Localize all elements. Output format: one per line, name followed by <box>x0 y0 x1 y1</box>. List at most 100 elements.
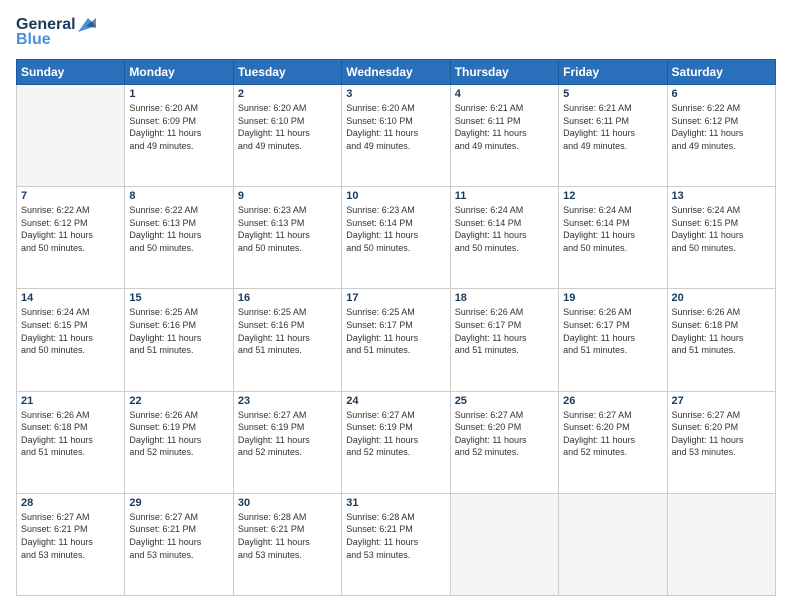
calendar-table: SundayMondayTuesdayWednesdayThursdayFrid… <box>16 59 776 596</box>
page: General Blue SundayMondayTuesdayWednesda… <box>0 0 792 612</box>
day-info: Sunrise: 6:26 AM Sunset: 6:19 PM Dayligh… <box>129 409 228 459</box>
calendar-cell: 4Sunrise: 6:21 AM Sunset: 6:11 PM Daylig… <box>450 85 558 187</box>
calendar-cell: 3Sunrise: 6:20 AM Sunset: 6:10 PM Daylig… <box>342 85 450 187</box>
calendar-cell: 2 Sunrise: 6:20 AM Sunset: 6:10 PM Daylig… <box>233 85 341 187</box>
calendar-cell: 23 Sunrise: 6:27 AM Sunset: 6:19 PM Dayli… <box>233 391 341 493</box>
calendar-week-row: 14Sunrise: 6:24 AM Sunset: 6:15 PM Dayli… <box>17 289 776 391</box>
calendar-cell: 11 Sunrise: 6:24 AM Sunset: 6:14 PM Dayli… <box>450 187 558 289</box>
day-number: 15 <box>129 292 228 304</box>
day-number: 29 <box>129 497 228 509</box>
day-info: Sunrise: 6:22 AM Sunset: 6:13 PM Dayligh… <box>129 204 228 254</box>
weekday-header-tuesday: Tuesday <box>233 60 341 85</box>
day-number: 18 <box>455 292 554 304</box>
day-number: 20 <box>672 292 771 304</box>
day-info: Sunrise: 6:28 AM Sunset: 6:21 PM Dayligh… <box>238 511 337 561</box>
day-number: 28 <box>21 497 120 509</box>
weekday-header-sunday: Sunday <box>17 60 125 85</box>
calendar-cell: 1 Sunrise: 6:20 AM Sunset: 6:09 PM Daylig… <box>125 85 233 187</box>
weekday-header-wednesday: Wednesday <box>342 60 450 85</box>
calendar-cell: 21Sunrise: 6:26 AM Sunset: 6:18 PM Dayli… <box>17 391 125 493</box>
day-info: Sunrise: 6:27 AM Sunset: 6:19 PM Dayligh… <box>346 409 445 459</box>
calendar-cell: 22 Sunrise: 6:26 AM Sunset: 6:19 PM Dayli… <box>125 391 233 493</box>
weekday-header-friday: Friday <box>559 60 667 85</box>
weekday-header-monday: Monday <box>125 60 233 85</box>
calendar-cell: 6 Sunrise: 6:22 AM Sunset: 6:12 PM Daylig… <box>667 85 775 187</box>
day-number: 2 <box>238 88 337 100</box>
day-number: 12 <box>563 190 662 202</box>
day-info: Sunrise: 6:26 AM Sunset: 6:17 PM Dayligh… <box>563 306 662 356</box>
calendar-cell <box>17 85 125 187</box>
calendar-cell: 18 Sunrise: 6:26 AM Sunset: 6:17 PM Dayli… <box>450 289 558 391</box>
calendar-cell: 9 Sunrise: 6:23 AM Sunset: 6:13 PM Daylig… <box>233 187 341 289</box>
day-info: Sunrise: 6:24 AM Sunset: 6:14 PM Dayligh… <box>455 204 554 254</box>
day-number: 9 <box>238 190 337 202</box>
day-info: Sunrise: 6:21 AM Sunset: 6:11 PM Dayligh… <box>563 102 662 152</box>
logo: General Blue <box>16 16 96 49</box>
day-number: 16 <box>238 292 337 304</box>
day-number: 31 <box>346 497 445 509</box>
calendar-cell: 10Sunrise: 6:23 AM Sunset: 6:14 PM Dayli… <box>342 187 450 289</box>
day-number: 7 <box>21 190 120 202</box>
day-number: 30 <box>238 497 337 509</box>
day-info: Sunrise: 6:21 AM Sunset: 6:11 PM Dayligh… <box>455 102 554 152</box>
weekday-header-saturday: Saturday <box>667 60 775 85</box>
day-number: 24 <box>346 395 445 407</box>
day-info: Sunrise: 6:20 AM Sunset: 6:09 PM Dayligh… <box>129 102 228 152</box>
calendar-cell: 16Sunrise: 6:25 AM Sunset: 6:16 PM Dayli… <box>233 289 341 391</box>
day-info: Sunrise: 6:23 AM Sunset: 6:14 PM Dayligh… <box>346 204 445 254</box>
day-number: 1 <box>129 88 228 100</box>
calendar-cell: 5 Sunrise: 6:21 AM Sunset: 6:11 PM Daylig… <box>559 85 667 187</box>
weekday-header-thursday: Thursday <box>450 60 558 85</box>
weekday-header-row: SundayMondayTuesdayWednesdayThursdayFrid… <box>17 60 776 85</box>
calendar-cell <box>667 493 775 595</box>
day-number: 25 <box>455 395 554 407</box>
day-info: Sunrise: 6:27 AM Sunset: 6:21 PM Dayligh… <box>129 511 228 561</box>
day-info: Sunrise: 6:24 AM Sunset: 6:14 PM Dayligh… <box>563 204 662 254</box>
day-number: 22 <box>129 395 228 407</box>
day-info: Sunrise: 6:27 AM Sunset: 6:19 PM Dayligh… <box>238 409 337 459</box>
day-info: Sunrise: 6:27 AM Sunset: 6:20 PM Dayligh… <box>455 409 554 459</box>
calendar-cell: 26Sunrise: 6:27 AM Sunset: 6:20 PM Dayli… <box>559 391 667 493</box>
calendar-cell: 14Sunrise: 6:24 AM Sunset: 6:15 PM Dayli… <box>17 289 125 391</box>
day-number: 13 <box>672 190 771 202</box>
day-number: 8 <box>129 190 228 202</box>
day-number: 11 <box>455 190 554 202</box>
day-info: Sunrise: 6:26 AM Sunset: 6:18 PM Dayligh… <box>672 306 771 356</box>
calendar-cell: 27Sunrise: 6:27 AM Sunset: 6:20 PM Dayli… <box>667 391 775 493</box>
day-info: Sunrise: 6:24 AM Sunset: 6:15 PM Dayligh… <box>672 204 771 254</box>
day-number: 17 <box>346 292 445 304</box>
day-info: Sunrise: 6:28 AM Sunset: 6:21 PM Dayligh… <box>346 511 445 561</box>
day-info: Sunrise: 6:27 AM Sunset: 6:21 PM Dayligh… <box>21 511 120 561</box>
day-number: 23 <box>238 395 337 407</box>
day-number: 5 <box>563 88 662 100</box>
calendar-cell: 30 Sunrise: 6:28 AM Sunset: 6:21 PM Dayli… <box>233 493 341 595</box>
calendar-cell: 7Sunrise: 6:22 AM Sunset: 6:12 PM Daylig… <box>17 187 125 289</box>
day-info: Sunrise: 6:25 AM Sunset: 6:16 PM Dayligh… <box>129 306 228 356</box>
calendar-week-row: 28 Sunrise: 6:27 AM Sunset: 6:21 PM Dayli… <box>17 493 776 595</box>
calendar-week-row: 1 Sunrise: 6:20 AM Sunset: 6:09 PM Daylig… <box>17 85 776 187</box>
day-number: 19 <box>563 292 662 304</box>
calendar-cell: 24 Sunrise: 6:27 AM Sunset: 6:19 PM Dayli… <box>342 391 450 493</box>
header: General Blue <box>16 16 776 49</box>
day-info: Sunrise: 6:22 AM Sunset: 6:12 PM Dayligh… <box>672 102 771 152</box>
day-number: 14 <box>21 292 120 304</box>
calendar-cell: 15 Sunrise: 6:25 AM Sunset: 6:16 PM Dayli… <box>125 289 233 391</box>
calendar-week-row: 21Sunrise: 6:26 AM Sunset: 6:18 PM Dayli… <box>17 391 776 493</box>
day-info: Sunrise: 6:27 AM Sunset: 6:20 PM Dayligh… <box>563 409 662 459</box>
calendar-cell: 20 Sunrise: 6:26 AM Sunset: 6:18 PM Dayli… <box>667 289 775 391</box>
day-info: Sunrise: 6:25 AM Sunset: 6:17 PM Dayligh… <box>346 306 445 356</box>
calendar-cell <box>450 493 558 595</box>
day-info: Sunrise: 6:27 AM Sunset: 6:20 PM Dayligh… <box>672 409 771 459</box>
logo-blue-text: Blue <box>16 31 51 49</box>
calendar-cell: 25 Sunrise: 6:27 AM Sunset: 6:20 PM Dayli… <box>450 391 558 493</box>
day-info: Sunrise: 6:23 AM Sunset: 6:13 PM Dayligh… <box>238 204 337 254</box>
calendar-cell: 17 Sunrise: 6:25 AM Sunset: 6:17 PM Dayli… <box>342 289 450 391</box>
logo-bird-icon <box>78 18 96 32</box>
calendar-cell: 13 Sunrise: 6:24 AM Sunset: 6:15 PM Dayli… <box>667 187 775 289</box>
day-info: Sunrise: 6:20 AM Sunset: 6:10 PM Dayligh… <box>238 102 337 152</box>
calendar-cell <box>559 493 667 595</box>
calendar-cell: 8 Sunrise: 6:22 AM Sunset: 6:13 PM Daylig… <box>125 187 233 289</box>
calendar-cell: 31 Sunrise: 6:28 AM Sunset: 6:21 PM Dayli… <box>342 493 450 595</box>
day-number: 6 <box>672 88 771 100</box>
day-info: Sunrise: 6:26 AM Sunset: 6:17 PM Dayligh… <box>455 306 554 356</box>
